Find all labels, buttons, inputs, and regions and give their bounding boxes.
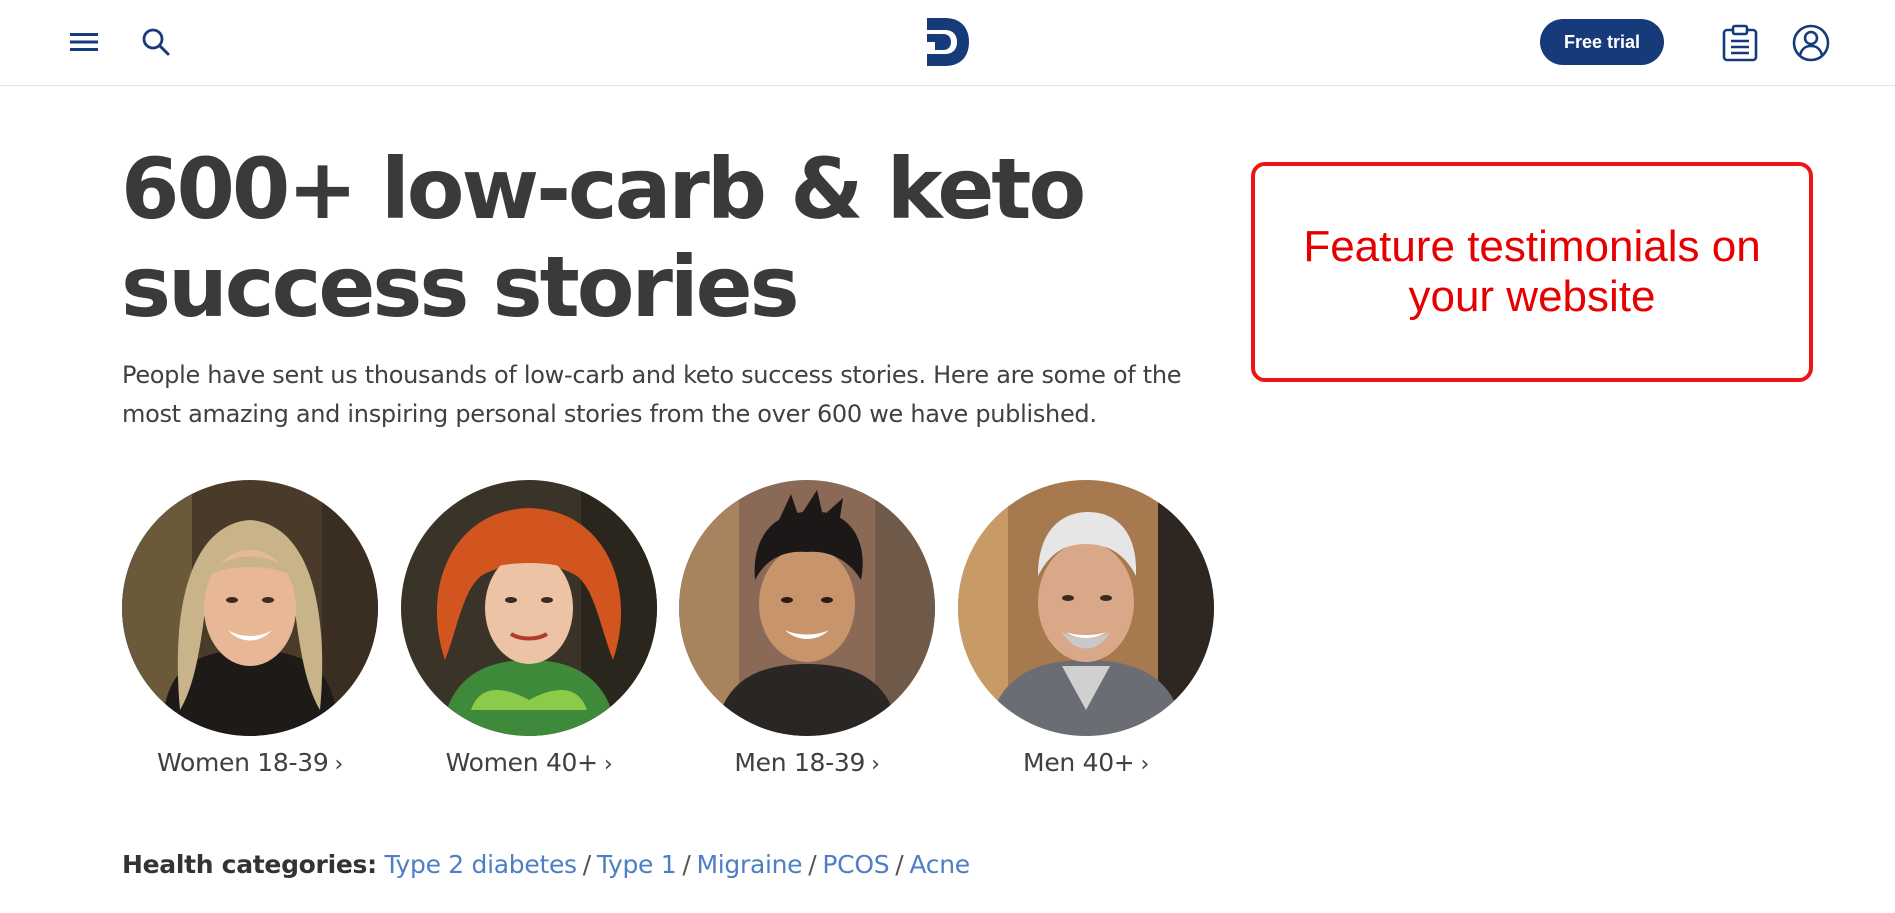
page-title-line-2: success stories <box>121 238 800 336</box>
category-label[interactable]: Women 40+ › <box>381 748 677 777</box>
separator: / <box>895 850 904 879</box>
category-men-40-plus[interactable]: Men 40+ › <box>958 480 1214 790</box>
page-title-line-1: 600+ low-carb & keto <box>121 140 1086 238</box>
free-trial-button[interactable]: Free trial <box>1540 19 1664 65</box>
portrait-photo <box>958 480 1214 736</box>
chevron-right-icon: › <box>1140 752 1149 777</box>
clipboard-icon <box>1722 24 1758 62</box>
health-categories: Health categories: Type 2 diabetes / Type … <box>122 850 970 879</box>
health-categories-heading: Health categories: <box>122 850 377 879</box>
portrait-photo <box>122 480 378 736</box>
search-icon <box>142 28 170 56</box>
chevron-right-icon: › <box>334 752 343 777</box>
user-account-icon <box>1792 24 1830 62</box>
separator: / <box>682 850 691 879</box>
search-button[interactable] <box>136 22 176 62</box>
link-acne[interactable]: Acne <box>909 850 970 879</box>
separator: / <box>582 850 591 879</box>
chevron-right-icon: › <box>603 752 613 777</box>
link-pcos[interactable]: PCOS <box>822 850 889 879</box>
category-label[interactable]: Men 18-39 › <box>659 748 955 777</box>
category-women-40-plus[interactable]: Women 40+ › <box>401 480 657 790</box>
clipboard-button[interactable] <box>1718 20 1762 66</box>
link-type-1[interactable]: Type 1 <box>597 850 677 879</box>
menu-button[interactable] <box>64 22 104 62</box>
category-label[interactable]: Men 40+ › <box>938 748 1234 777</box>
intro-paragraph: People have sent us thousands of low-car… <box>122 361 1182 428</box>
portrait-photo <box>401 480 657 736</box>
chevron-right-icon: › <box>871 752 880 777</box>
category-label[interactable]: Women 18-39 › <box>102 748 398 777</box>
annotation-callout-text: Feature testimonials on your website <box>1303 222 1761 321</box>
diet-doctor-d-logo <box>927 18 969 66</box>
separator: / <box>808 850 817 879</box>
category-women-18-39[interactable]: Women 18-39 › <box>122 480 378 790</box>
account-button[interactable] <box>1788 20 1834 66</box>
annotation-callout-box: Feature testimonials on your website <box>1251 162 1813 382</box>
category-men-18-39[interactable]: Men 18-39 › <box>679 480 935 790</box>
page-title: 600+ low-carb & keto success stories <box>121 140 1121 336</box>
site-header: Free trial <box>0 0 1895 86</box>
success-story-categories: Women 18-39 › Women 40+ › Men 18-39 › Me… <box>122 480 1214 790</box>
portrait-photo <box>679 480 935 736</box>
link-migraine[interactable]: Migraine <box>697 850 803 879</box>
link-type-2-diabetes[interactable]: Type 2 diabetes <box>384 850 577 879</box>
hamburger-menu-icon <box>70 33 98 51</box>
site-logo[interactable] <box>923 12 971 72</box>
